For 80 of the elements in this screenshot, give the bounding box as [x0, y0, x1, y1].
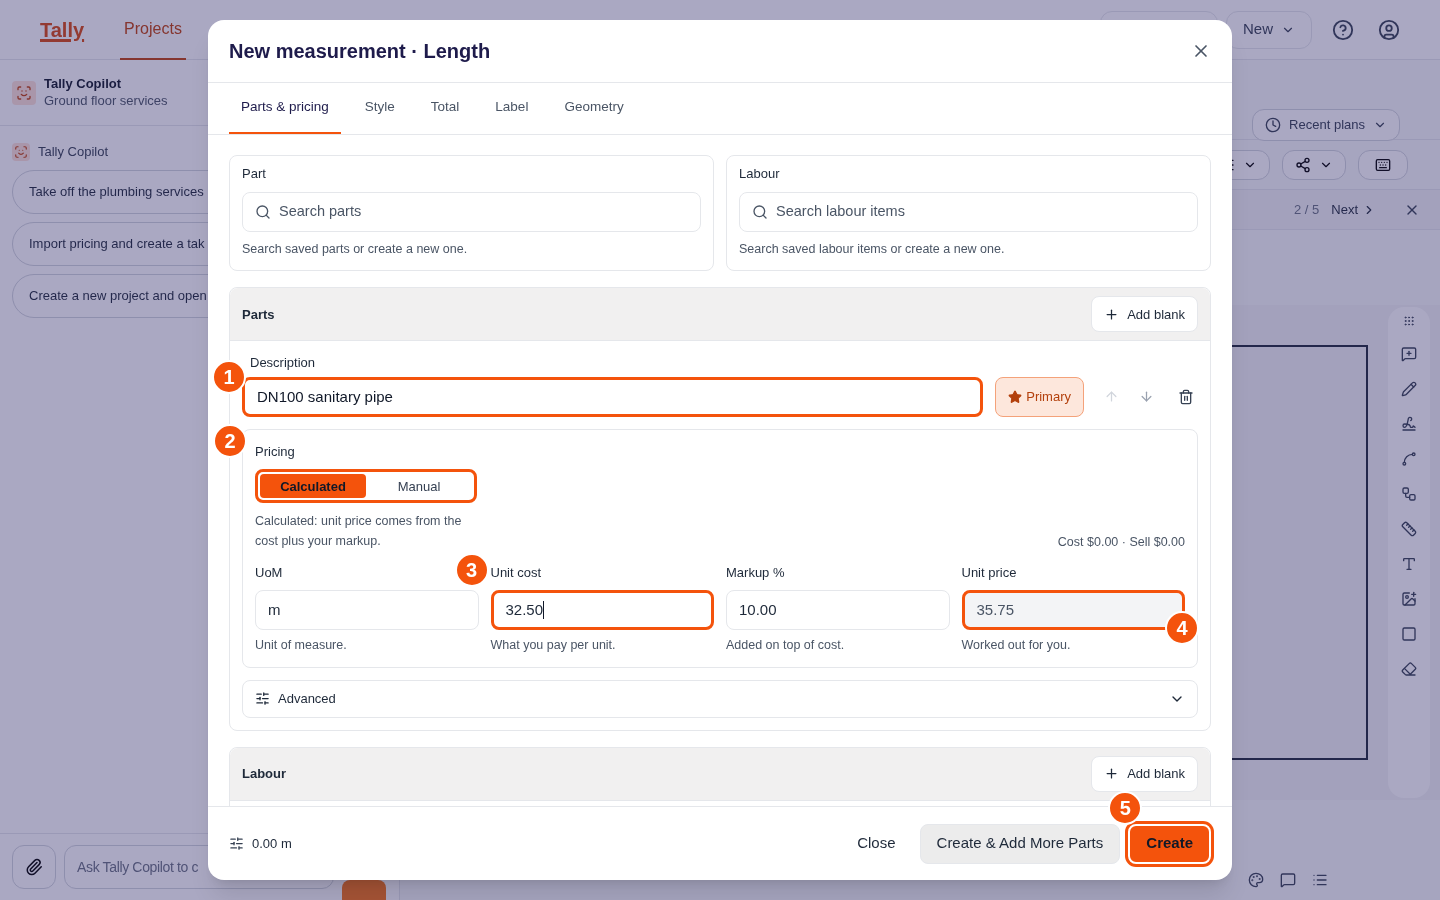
- share-icon: [1295, 156, 1311, 173]
- text-icon[interactable]: [1401, 556, 1417, 572]
- add-blank-button[interactable]: Add blank: [1091, 296, 1198, 333]
- grip-icon[interactable]: [1403, 315, 1415, 327]
- callout-badge: 1: [212, 359, 246, 394]
- create-button[interactable]: Create: [1128, 823, 1211, 864]
- nav-tab[interactable]: Projects: [120, 0, 186, 60]
- totals-text: Cost $0.00 · Sell $0.00: [1057, 533, 1185, 551]
- keyboard-icon: [1375, 156, 1391, 173]
- tab[interactable]: Total: [418, 82, 472, 134]
- field-label: Description: [250, 354, 317, 373]
- pencil-icon[interactable]: [1401, 381, 1417, 397]
- tab[interactable]: Geometry: [552, 82, 636, 134]
- advanced-toggle[interactable]: Advanced: [242, 679, 1198, 718]
- section-title: Labour: [242, 764, 287, 783]
- pager-text: 2 / 5: [1293, 200, 1320, 219]
- attach-button[interactable]: [12, 845, 56, 889]
- scan-icon: [12, 80, 36, 105]
- close-button[interactable]: Close: [841, 823, 912, 864]
- sliders-icon: [255, 691, 270, 706]
- field-label: Pricing: [255, 442, 296, 461]
- nodes-icon[interactable]: [1401, 486, 1417, 502]
- field-label: UoM: [255, 564, 283, 583]
- plus-icon: [1104, 306, 1120, 322]
- input-field[interactable]: 10.00: [726, 589, 950, 630]
- callout-badge: 3: [454, 553, 489, 588]
- tab[interactable]: Label: [483, 82, 541, 134]
- clock-icon: [1265, 117, 1282, 133]
- project-subtitle: Ground floor services: [44, 92, 168, 109]
- pricing-note: Calculated: unit price comes from the cost plus your markup.: [255, 513, 463, 551]
- mode-option[interactable]: Manual: [366, 474, 472, 499]
- field-label: Markup %: [726, 564, 785, 583]
- create-more-button[interactable]: Create & Add More Parts: [919, 823, 1121, 864]
- signature-icon[interactable]: [1401, 416, 1417, 432]
- image-icon[interactable]: [1401, 591, 1417, 607]
- field-hint: Unit of measure.: [255, 636, 348, 654]
- field-hint: Added on top of cost.: [726, 636, 846, 654]
- star-icon: [1008, 389, 1023, 404]
- recent-plans-button[interactable]: Recent plans: [1252, 109, 1400, 141]
- eraser-icon[interactable]: [1401, 661, 1417, 677]
- field-label: Unit cost: [490, 564, 542, 583]
- description-field[interactable]: DN100 sanitary pipe: [242, 376, 984, 417]
- square-icon[interactable]: [1401, 626, 1417, 642]
- dialog-title: New measurement · Length: [229, 39, 491, 64]
- field-hint: Search saved labour items or create a new one.: [739, 240, 1006, 258]
- project-title: Tally Copilot: [44, 76, 123, 93]
- list-icon[interactable]: [1312, 872, 1328, 888]
- search-field[interactable]: Search labour items: [739, 191, 1198, 232]
- trash-icon[interactable]: [1178, 388, 1194, 405]
- copilot-label: Tally Copilot: [38, 143, 109, 161]
- input-field[interactable]: m: [255, 589, 479, 630]
- comment-plus-icon[interactable]: [1401, 346, 1417, 362]
- arrow-down-icon[interactable]: [1139, 389, 1154, 405]
- ruler-icon[interactable]: [1401, 521, 1417, 537]
- scan-icon: [12, 142, 30, 161]
- callout-badge: 2: [213, 423, 247, 458]
- add-blank-button[interactable]: Add blank: [1091, 755, 1198, 792]
- sliders-icon: [229, 836, 244, 851]
- share-button[interactable]: [1282, 149, 1346, 180]
- primary-button[interactable]: Primary: [995, 376, 1084, 417]
- tab[interactable]: Parts & pricing: [229, 82, 341, 134]
- palette-icon[interactable]: [1248, 872, 1264, 888]
- search-icon: [752, 203, 768, 220]
- field-hint: What you pay per unit.: [490, 636, 617, 654]
- search-field[interactable]: Search parts: [242, 191, 701, 232]
- picker-label: Labour: [739, 165, 781, 183]
- input-field[interactable]: 32.50: [490, 589, 714, 630]
- account-icon[interactable]: [1378, 18, 1400, 41]
- next-button[interactable]: Next: [1331, 199, 1376, 220]
- curve-icon[interactable]: [1401, 451, 1417, 467]
- keyboard-button[interactable]: [1358, 149, 1408, 180]
- paperclip-icon: [25, 858, 43, 876]
- comment-icon[interactable]: [1280, 872, 1296, 888]
- field-label: Unit price: [961, 564, 1017, 583]
- tab[interactable]: Style: [352, 82, 407, 134]
- field-hint: Worked out for you.: [961, 636, 1072, 654]
- mode-option[interactable]: Calculated: [260, 474, 366, 499]
- search-icon: [255, 203, 271, 220]
- plus-icon: [1104, 766, 1120, 781]
- help-icon[interactable]: [1332, 18, 1354, 41]
